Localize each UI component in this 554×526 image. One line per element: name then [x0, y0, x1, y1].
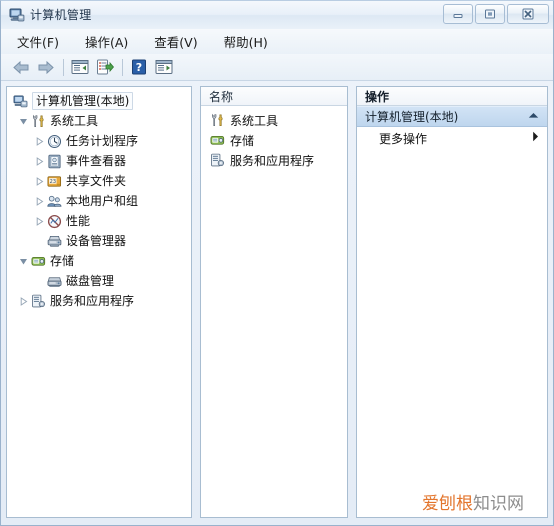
tree-item-computer-management[interactable]: 计算机管理(本地): [7, 91, 191, 111]
menu-file[interactable]: 文件(F): [15, 30, 61, 53]
menu-help[interactable]: 帮助(H): [222, 30, 270, 53]
device-manager-icon: [46, 233, 62, 249]
export-list-icon: [97, 59, 114, 75]
tree-item-label: 共享文件夹: [66, 174, 127, 188]
toolbar-separator-2: [122, 58, 123, 76]
close-button[interactable]: [507, 4, 549, 24]
performance-icon: [46, 213, 62, 229]
expanded-twisty-icon[interactable]: [17, 111, 30, 131]
list-item[interactable]: 服务和应用程序: [201, 150, 347, 170]
tree-item-event-viewer[interactable]: 事件查看器: [7, 151, 191, 171]
list-item[interactable]: 存储: [201, 130, 347, 150]
action-label: 更多操作: [379, 131, 428, 146]
watermark: 爱刨根知识网: [422, 489, 524, 514]
maximize-button[interactable]: [475, 4, 505, 24]
tree-item-shared-folders[interactable]: 23 共享文件夹: [7, 171, 191, 191]
tree-item-label: 设备管理器: [66, 234, 127, 248]
menu-view[interactable]: 查看(V): [152, 30, 199, 53]
watermark-accent-text: 爱刨根: [422, 494, 473, 514]
tree-item-system-tools[interactable]: 系统工具: [7, 111, 191, 131]
collapsed-twisty-icon[interactable]: [17, 291, 30, 311]
services-apps-icon: [209, 152, 225, 168]
actions-pane-header: 操作: [357, 87, 547, 106]
question-mark-icon: ?: [132, 59, 146, 75]
tree-item-label: 性能: [66, 214, 91, 228]
watermark-muted-text: 知识网: [473, 494, 524, 514]
tree-item-disk-management[interactable]: 磁盘管理: [7, 271, 191, 291]
window-controls: [443, 4, 549, 24]
svg-text:23: 23: [49, 179, 56, 185]
console-tree-icon: [71, 60, 89, 74]
storage-icon: [30, 253, 46, 269]
tree-root: 计算机管理(本地) 系统工具 任务计划程序 事件查看器 23 共享文件夹 本地用…: [7, 87, 191, 311]
tree-item-label: 计算机管理(本地): [32, 92, 134, 110]
collapsed-twisty-icon[interactable]: [33, 131, 46, 151]
list-item-label: 服务和应用程序: [230, 153, 315, 168]
computer-icon: [12, 93, 28, 109]
computer-management-icon: [9, 7, 25, 23]
collapsed-twisty-icon[interactable]: [33, 191, 46, 211]
help-button[interactable]: ?: [128, 57, 150, 78]
expanded-twisty-icon[interactable]: [17, 251, 30, 271]
list-item[interactable]: 系统工具: [201, 110, 347, 130]
actions-group-label: 计算机管理(本地): [365, 110, 459, 124]
disk-management-icon: [46, 273, 62, 289]
tree-item-label: 任务计划程序: [66, 134, 139, 148]
system-tools-icon: [30, 113, 46, 129]
tree-item-label: 存储: [50, 254, 75, 268]
toolbar: ?: [1, 54, 553, 81]
shared-folders-icon: 23: [46, 173, 62, 189]
chevron-up-icon[interactable]: [528, 112, 539, 122]
chevron-right-icon[interactable]: [532, 131, 539, 145]
tree-item-local-users-groups[interactable]: 本地用户和组: [7, 191, 191, 211]
export-list-button[interactable]: [94, 57, 116, 78]
event-viewer-icon: [46, 153, 62, 169]
tree-item-task-scheduler[interactable]: 任务计划程序: [7, 131, 191, 151]
show-hide-console-tree-button[interactable]: [69, 57, 91, 78]
tree-item-device-manager[interactable]: 设备管理器: [7, 231, 191, 251]
services-apps-icon: [30, 293, 46, 309]
computer-management-window: 计算机管理 文件(F) 操作(A) 查看(V) 帮助(H) ? 计算机管理(本地…: [0, 0, 554, 526]
actions-group-computer-management[interactable]: 计算机管理(本地): [357, 106, 547, 127]
show-hide-action-pane-button[interactable]: [153, 57, 175, 78]
action-pane-icon: [155, 60, 173, 74]
tree-item-performance[interactable]: 性能: [7, 211, 191, 231]
tree-item-label: 系统工具: [50, 114, 99, 128]
no-twisty: [33, 271, 46, 291]
back-arrow-icon: [13, 60, 29, 74]
collapsed-twisty-icon[interactable]: [33, 211, 46, 231]
window-title: 计算机管理: [30, 8, 92, 22]
no-twisty: [33, 231, 46, 251]
task-scheduler-icon: [46, 133, 62, 149]
title-bar[interactable]: 计算机管理: [1, 1, 553, 29]
forward-arrow-icon: [38, 60, 54, 74]
toolbar-separator: [63, 58, 64, 76]
actions-pane: 操作 计算机管理(本地) 更多操作: [356, 86, 548, 518]
tree-item-label: 磁盘管理: [66, 274, 115, 288]
minimize-button[interactable]: [443, 4, 473, 24]
collapsed-twisty-icon[interactable]: [33, 151, 46, 171]
tree-item-label: 本地用户和组: [66, 194, 139, 208]
back-button[interactable]: [10, 57, 32, 78]
tree-item-services-applications[interactable]: 服务和应用程序: [7, 291, 191, 311]
menu-action[interactable]: 操作(A): [83, 30, 130, 53]
console-tree-pane: 计算机管理(本地) 系统工具 任务计划程序 事件查看器 23 共享文件夹 本地用…: [6, 86, 192, 518]
svg-text:?: ?: [136, 61, 142, 74]
local-users-groups-icon: [46, 193, 62, 209]
tree-item-label: 事件查看器: [66, 154, 127, 168]
menu-bar: 文件(F) 操作(A) 查看(V) 帮助(H): [1, 29, 553, 54]
list-item-label: 存储: [230, 133, 255, 148]
system-tools-icon: [209, 112, 225, 128]
storage-icon: [209, 132, 225, 148]
results-list-pane: 名称 系统工具 存储 服务和应用程序: [200, 86, 348, 518]
action-more-actions[interactable]: 更多操作: [357, 127, 547, 149]
list-item-label: 系统工具: [230, 113, 279, 128]
forward-button[interactable]: [35, 57, 57, 78]
collapsed-twisty-icon[interactable]: [33, 171, 46, 191]
tree-item-label: 服务和应用程序: [50, 294, 135, 308]
column-header-name[interactable]: 名称: [201, 87, 347, 106]
tree-item-storage[interactable]: 存储: [7, 251, 191, 271]
